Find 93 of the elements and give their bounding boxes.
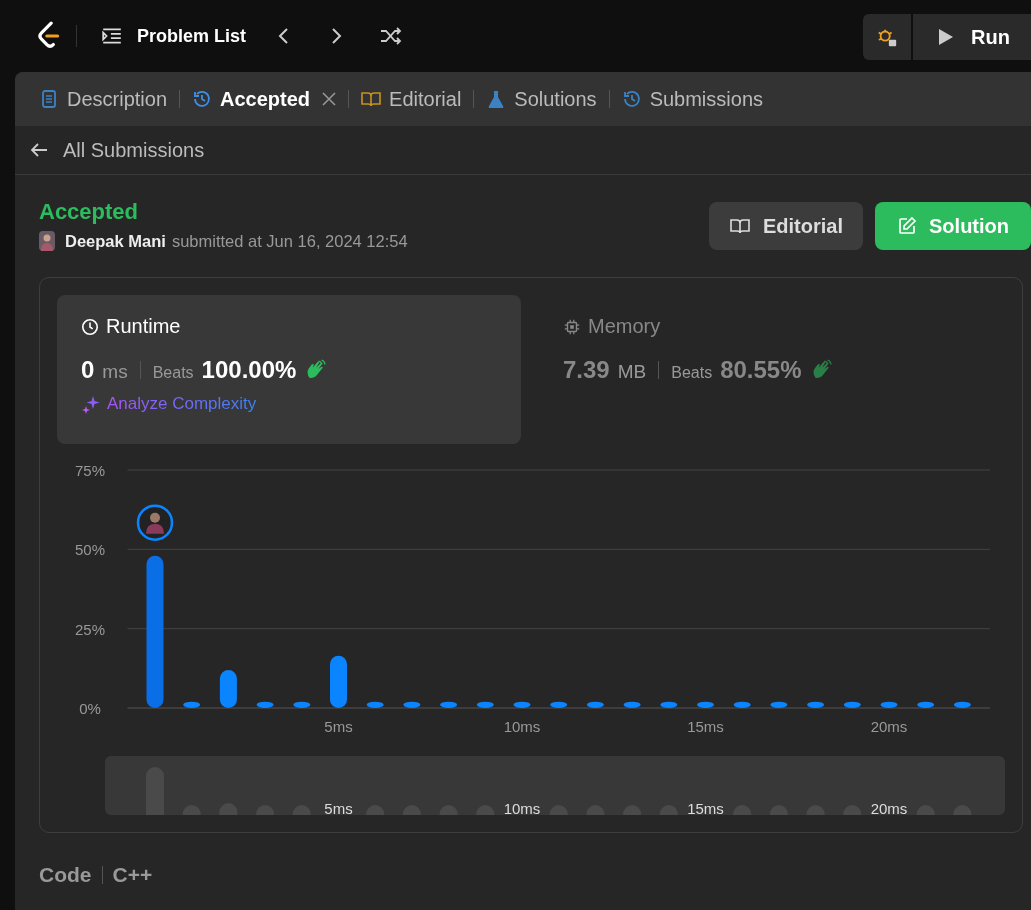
avatar-marker-icon [136, 504, 174, 541]
axis-label: 20ms [870, 800, 908, 815]
metric-unit: MB [617, 361, 647, 383]
metric-title: Memory [588, 315, 661, 338]
overview-bar [843, 805, 862, 815]
overview-bar [439, 805, 458, 815]
history-icon [192, 89, 213, 109]
overview-bar [733, 805, 752, 815]
metric-panel[interactable]: Runtime 0 ms Beats 100.00% Analyze Complexity [57, 295, 521, 444]
bar[interactable] [807, 701, 825, 708]
overview-bar [549, 805, 568, 815]
bar[interactable] [770, 701, 788, 708]
overview-bar [769, 805, 788, 815]
overview-bar [806, 805, 825, 815]
bar[interactable] [219, 669, 237, 708]
beats-label: Beats [671, 364, 713, 382]
beats-percent: 80.55% [720, 356, 802, 384]
metric-title: Runtime [106, 315, 181, 338]
bar[interactable] [476, 701, 494, 708]
history-icon [621, 89, 642, 109]
logo-icon[interactable] [36, 21, 62, 51]
bar[interactable] [146, 555, 164, 708]
metric-value: 0 [81, 356, 95, 384]
tab[interactable]: Editorial [357, 87, 466, 111]
bar[interactable] [697, 701, 714, 708]
overview-bar [586, 805, 605, 815]
bar[interactable] [623, 701, 641, 708]
overview-bar [659, 805, 678, 815]
tab[interactable]: Submissions [617, 87, 767, 111]
tab[interactable]: Accepted [188, 87, 341, 111]
axis-label: 10ms [503, 800, 541, 815]
book-icon [729, 216, 751, 236]
bar[interactable] [403, 701, 421, 708]
bar[interactable] [366, 701, 384, 708]
submitted-time: submitted at Jun 16, 2024 12:54 [171, 231, 408, 251]
overview-bar [476, 805, 495, 815]
overview-bar [953, 805, 972, 815]
bar[interactable] [183, 701, 201, 708]
tab[interactable]: Description [35, 87, 172, 111]
chip-icon [563, 317, 581, 336]
axis-label: 20ms [870, 718, 908, 735]
bar[interactable] [550, 701, 568, 708]
overview-bar [182, 805, 201, 815]
bar[interactable] [917, 701, 935, 708]
bar[interactable] [440, 701, 458, 708]
bar[interactable] [880, 701, 898, 708]
metric-unit: ms [102, 361, 128, 383]
beats-percent: 100.00% [201, 356, 297, 384]
axis-label: 10ms [503, 718, 541, 735]
editorial-button[interactable]: Editorial [709, 202, 863, 250]
document-icon [39, 89, 59, 109]
problem-list-link[interactable]: Problem List [137, 25, 247, 47]
overview-bar [256, 805, 275, 815]
axis-label: 15ms [687, 718, 724, 735]
bar[interactable] [586, 701, 604, 708]
edit-icon [897, 216, 917, 236]
overview-bar [402, 805, 421, 815]
metric-value: 7.39 [563, 356, 610, 384]
close-icon[interactable] [322, 92, 337, 106]
book-icon [361, 89, 382, 109]
axis-label: 5ms [324, 800, 353, 815]
language-label: C++ [112, 863, 153, 887]
overview-bar [366, 805, 385, 815]
bar[interactable] [843, 701, 861, 708]
overview-bar [623, 805, 642, 815]
bar[interactable] [256, 701, 274, 708]
bar[interactable] [733, 701, 751, 708]
overview-bar [219, 803, 238, 815]
avatar-icon [39, 231, 55, 251]
bar[interactable] [513, 701, 531, 708]
axis-label: 50% [75, 541, 105, 559]
all-submissions-link[interactable]: All Submissions [63, 138, 205, 162]
axis-label: 75% [75, 462, 105, 479]
axis-label: 5ms [324, 718, 353, 735]
bar[interactable] [953, 701, 971, 708]
code-label: Code [39, 863, 92, 887]
bar[interactable] [330, 655, 347, 708]
bar[interactable] [293, 701, 311, 708]
clock-icon [81, 317, 99, 336]
axis-label: 25% [75, 620, 105, 638]
tab[interactable]: Solutions [482, 87, 601, 111]
metric-panel[interactable]: Memory 7.39 MB Beats 80.55% [539, 295, 1003, 444]
axis-label: 0% [79, 700, 101, 717]
overview-bar [916, 805, 935, 815]
beats-label: Beats [152, 364, 194, 382]
overview-bar [292, 805, 311, 815]
debug-button[interactable] [863, 14, 911, 60]
run-button[interactable]: Run [913, 14, 1031, 60]
overview-bar [146, 767, 164, 815]
author-name[interactable]: Deepak Mani [65, 231, 166, 251]
axis-label: 15ms [687, 800, 724, 815]
status-text: Accepted [39, 199, 140, 225]
bar[interactable] [660, 701, 678, 708]
